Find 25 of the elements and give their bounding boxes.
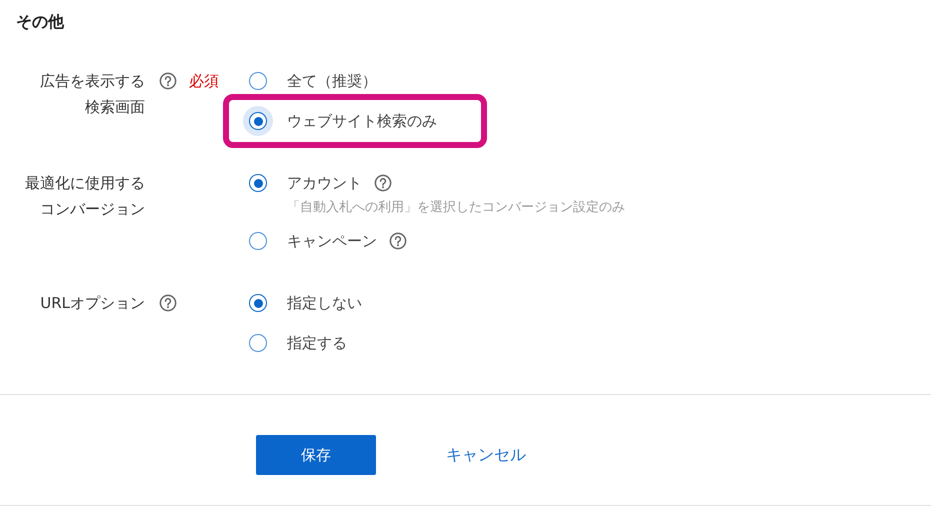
cancel-link[interactable]: キャンセル	[446, 444, 526, 466]
save-button[interactable]: 保存	[256, 435, 376, 475]
option-label[interactable]: 全て（推奨）	[287, 72, 377, 90]
setting-label: 最適化に使用する	[24, 173, 145, 194]
setting-label: URLオプション	[39, 293, 145, 314]
option-label[interactable]: キャンペーン	[287, 232, 377, 250]
option-label[interactable]: ウェブサイト検索のみ	[287, 112, 437, 130]
help-icon[interactable]	[389, 232, 407, 250]
option-label[interactable]: 指定しない	[287, 294, 362, 312]
radio-button[interactable]	[249, 294, 267, 312]
radio-button[interactable]	[249, 334, 267, 352]
option-label[interactable]: 指定する	[287, 334, 347, 352]
radio-button[interactable]	[249, 232, 267, 250]
setting-label: 広告を表示する	[39, 71, 145, 92]
setting-label: コンバージョン	[39, 199, 145, 220]
option-note: 「自動入札への利用」を選択したコンバージョン設定のみ	[287, 199, 625, 217]
help-icon[interactable]	[159, 294, 177, 312]
help-icon[interactable]	[159, 72, 177, 90]
required-label: 必須	[189, 71, 219, 92]
option-label[interactable]: アカウント	[287, 174, 362, 192]
setting-label: 検索画面	[84, 97, 145, 118]
section-title: その他	[16, 11, 64, 33]
help-icon[interactable]	[374, 174, 392, 192]
radio-button[interactable]	[249, 72, 267, 90]
radio-button[interactable]	[249, 174, 267, 192]
